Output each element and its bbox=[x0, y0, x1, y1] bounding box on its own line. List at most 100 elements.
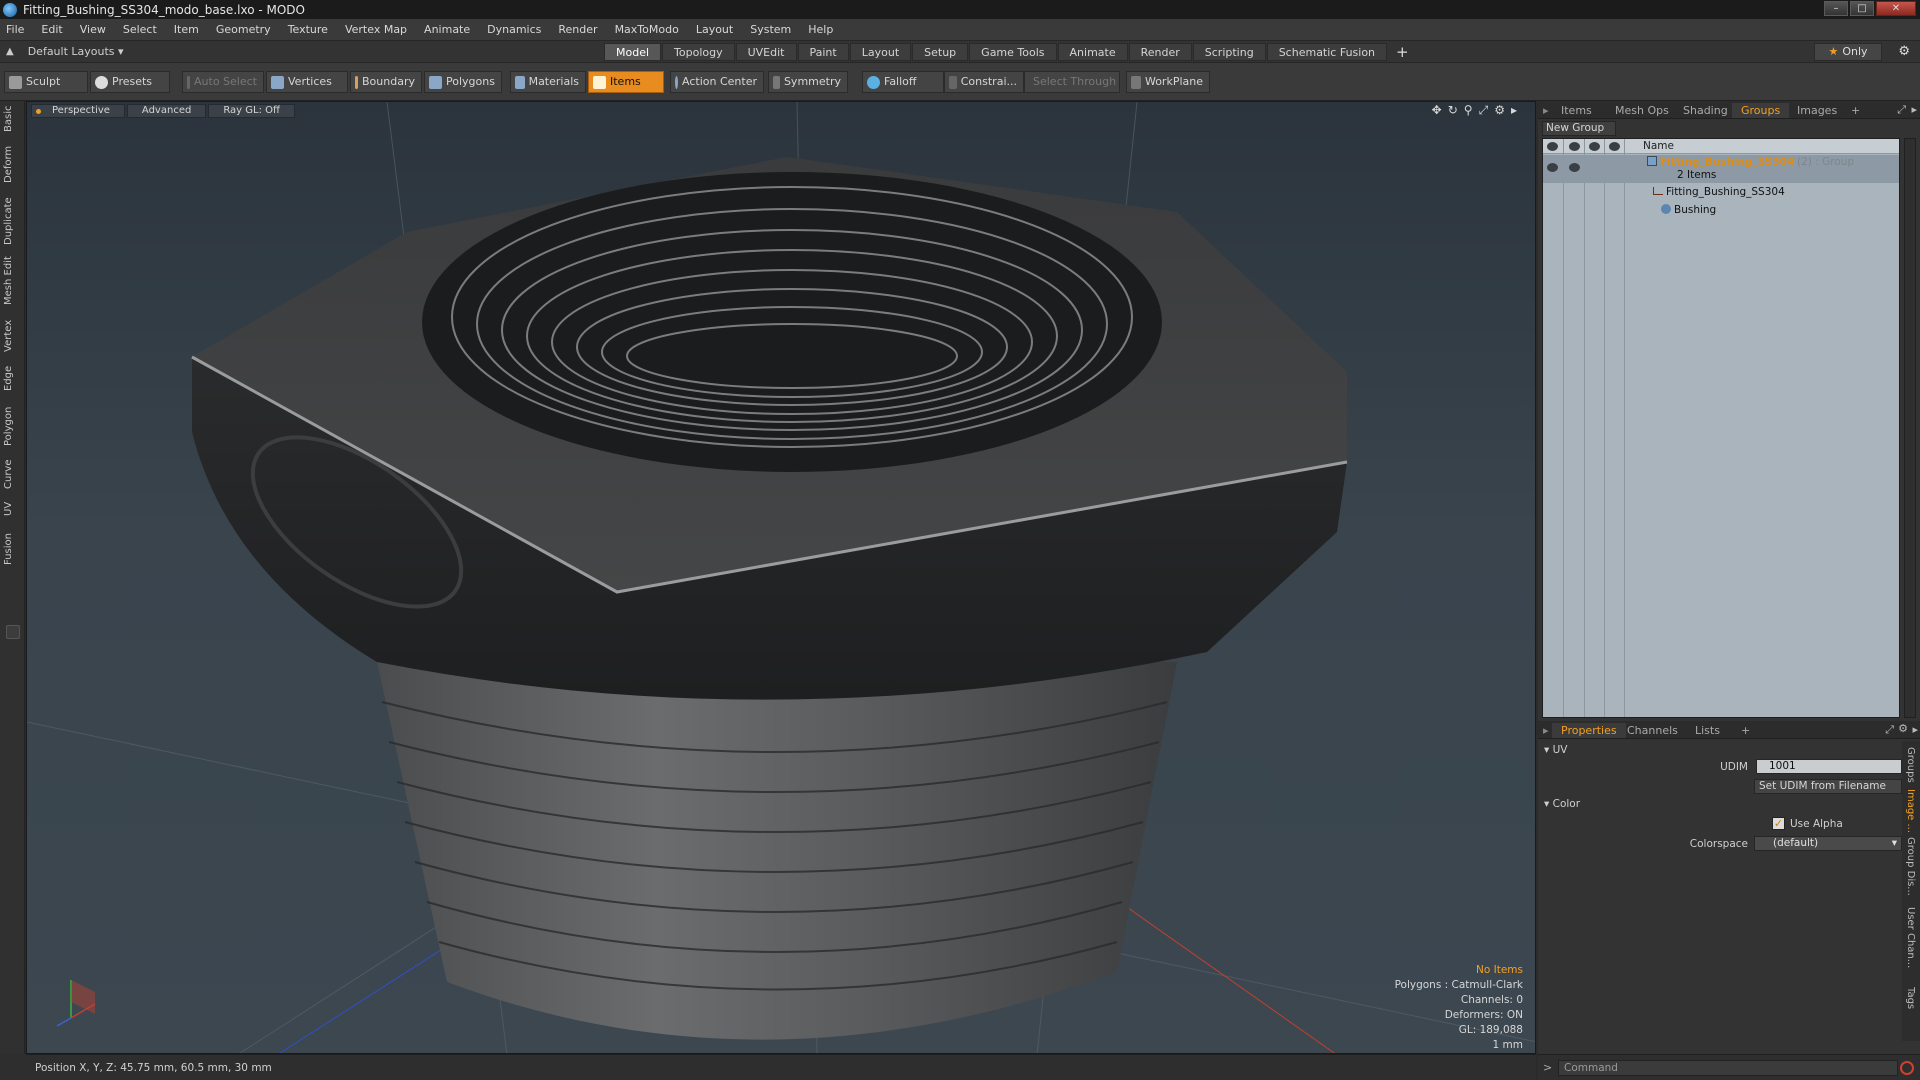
menu-edit[interactable]: Edit bbox=[41, 23, 62, 36]
side-tab-group-display[interactable]: Group Dis... bbox=[1905, 837, 1916, 896]
panel-arrow-icon[interactable]: ▸ bbox=[1911, 103, 1917, 116]
name-column-header[interactable]: Name bbox=[1643, 140, 1674, 152]
select-through-button[interactable]: Select Through bbox=[1024, 71, 1120, 93]
add-tab-button[interactable]: + bbox=[1842, 103, 1869, 118]
uv-section-header[interactable]: ▾ UV bbox=[1544, 744, 1567, 756]
raygl-dropdown[interactable]: Ray GL: Off bbox=[208, 104, 295, 118]
eye-icon[interactable] bbox=[1547, 163, 1558, 172]
viewport-expand-icon[interactable]: ▸ bbox=[1511, 103, 1517, 118]
udim-field[interactable]: 1001 bbox=[1756, 759, 1902, 774]
presets-button[interactable]: Presets bbox=[90, 71, 170, 93]
view-mode-dropdown[interactable]: Perspective bbox=[31, 104, 125, 118]
left-tab-mesh-edit[interactable]: Mesh Edit bbox=[3, 255, 21, 307]
set-udim-from-filename-button[interactable]: Set UDIM from Filename bbox=[1754, 779, 1902, 794]
group-row[interactable]: Fitting_Bushing_SS304 (2) : Group 2 Item… bbox=[1543, 155, 1899, 183]
rotate-icon[interactable]: ↻ bbox=[1448, 103, 1458, 118]
menu-maxtomodo[interactable]: MaxToModo bbox=[615, 23, 679, 36]
panel-gear-icon[interactable]: ⚙ bbox=[1898, 722, 1908, 735]
tab-lists[interactable]: Lists bbox=[1686, 723, 1729, 738]
falloff-button[interactable]: Falloff bbox=[862, 71, 944, 93]
left-panel-toggle[interactable] bbox=[6, 625, 20, 639]
tab-setup[interactable]: Setup bbox=[912, 43, 969, 61]
tab-scripting[interactable]: Scripting bbox=[1192, 43, 1266, 61]
polygons-button[interactable]: Polygons bbox=[424, 71, 502, 93]
tab-schematic-fusion[interactable]: Schematic Fusion bbox=[1266, 43, 1388, 61]
vertices-button[interactable]: Vertices bbox=[266, 71, 348, 93]
zoom-icon[interactable]: ⚲ bbox=[1464, 103, 1473, 118]
menu-geometry[interactable]: Geometry bbox=[216, 23, 271, 36]
left-tab-duplicate[interactable]: Duplicate bbox=[3, 197, 21, 245]
left-tab-polygon[interactable]: Polygon bbox=[3, 403, 21, 449]
groups-scrollbar[interactable] bbox=[1904, 138, 1916, 718]
tab-channels[interactable]: Channels bbox=[1618, 723, 1687, 738]
left-tab-edge[interactable]: Edge bbox=[3, 363, 21, 393]
tab-items[interactable]: Items bbox=[1552, 103, 1601, 118]
tab-images[interactable]: Images bbox=[1788, 103, 1846, 118]
action-center-button[interactable]: Action Center bbox=[670, 71, 764, 93]
panel-menu-icon[interactable]: ▸ bbox=[1543, 724, 1549, 737]
3d-viewport[interactable]: Perspective Advanced Ray GL: Off ✥ ↻ ⚲ ⤢… bbox=[26, 101, 1536, 1054]
tab-paint[interactable]: Paint bbox=[797, 43, 849, 61]
layout-expand-icon[interactable]: ▲ bbox=[6, 46, 14, 57]
left-tab-fusion[interactable]: Fusion bbox=[3, 529, 21, 569]
new-group-button[interactable]: New Group bbox=[1542, 121, 1616, 136]
tab-model[interactable]: Model bbox=[604, 43, 662, 61]
add-tab-button[interactable]: + bbox=[1732, 723, 1759, 738]
render-icon[interactable] bbox=[1569, 163, 1580, 172]
color-section-header[interactable]: ▾ Color bbox=[1544, 798, 1580, 810]
tab-uvedit[interactable]: UVEdit bbox=[735, 43, 797, 61]
auto-select-button[interactable]: Auto Select bbox=[182, 71, 264, 93]
items-button[interactable]: Items bbox=[588, 71, 664, 93]
menu-view[interactable]: View bbox=[80, 23, 106, 36]
panel-arrow-icon[interactable]: ▸ bbox=[1912, 723, 1918, 736]
fit-icon[interactable]: ⤢ bbox=[1479, 103, 1489, 118]
left-tab-vertex[interactable]: Vertex bbox=[3, 317, 21, 355]
side-tab-user-channels[interactable]: User Chan... bbox=[1905, 907, 1916, 968]
minimize-button[interactable]: – bbox=[1824, 1, 1848, 16]
menu-layout[interactable]: Layout bbox=[696, 23, 733, 36]
viewport-settings-icon[interactable]: ⚙ bbox=[1494, 103, 1505, 118]
menu-help[interactable]: Help bbox=[808, 23, 833, 36]
pan-icon[interactable]: ✥ bbox=[1432, 103, 1442, 118]
menu-system[interactable]: System bbox=[750, 23, 791, 36]
boundary-button[interactable]: Boundary bbox=[350, 71, 422, 93]
tab-properties[interactable]: Properties bbox=[1552, 723, 1626, 738]
left-tab-curve[interactable]: Curve bbox=[3, 457, 21, 491]
list-item[interactable]: Fitting_Bushing_SS304 bbox=[1543, 185, 1899, 200]
left-tab-uv[interactable]: UV bbox=[3, 499, 21, 519]
sculpt-button[interactable]: Sculpt bbox=[4, 71, 88, 93]
side-tab-groups[interactable]: Groups bbox=[1905, 747, 1916, 783]
tab-topology[interactable]: Topology bbox=[662, 43, 735, 61]
shading-dropdown[interactable]: Advanced bbox=[126, 104, 207, 118]
panel-maximize-icon[interactable]: ⤢ bbox=[1885, 723, 1894, 737]
record-macro-icon[interactable] bbox=[1900, 1061, 1914, 1075]
workplane-button[interactable]: WorkPlane bbox=[1126, 71, 1210, 93]
constraints-button[interactable]: Constrai... bbox=[944, 71, 1024, 93]
list-item[interactable]: Bushing bbox=[1543, 203, 1899, 218]
panel-maximize-icon[interactable]: ⤢ bbox=[1897, 103, 1906, 117]
only-toggle[interactable]: ★ Only bbox=[1814, 43, 1882, 61]
menu-select[interactable]: Select bbox=[123, 23, 157, 36]
menu-render[interactable]: Render bbox=[558, 23, 597, 36]
tab-game-tools[interactable]: Game Tools bbox=[969, 43, 1057, 61]
close-button[interactable]: ✕ bbox=[1876, 1, 1916, 16]
add-layout-tab-button[interactable]: + bbox=[1388, 43, 1417, 61]
menu-texture[interactable]: Texture bbox=[288, 23, 328, 36]
menu-dynamics[interactable]: Dynamics bbox=[487, 23, 541, 36]
default-layouts-dropdown[interactable]: Default Layouts ▾ bbox=[28, 45, 124, 58]
tab-layout[interactable]: Layout bbox=[849, 43, 912, 61]
gear-icon[interactable]: ⚙ bbox=[1898, 44, 1910, 59]
symmetry-button[interactable]: Symmetry bbox=[768, 71, 848, 93]
side-tab-tags[interactable]: Tags bbox=[1905, 987, 1916, 1009]
command-input[interactable]: Command bbox=[1558, 1060, 1898, 1076]
panel-menu-icon[interactable]: ▸ bbox=[1543, 104, 1549, 117]
menu-item[interactable]: Item bbox=[174, 23, 199, 36]
tab-render[interactable]: Render bbox=[1128, 43, 1192, 61]
menu-vertex-map[interactable]: Vertex Map bbox=[345, 23, 407, 36]
menu-file[interactable]: File bbox=[6, 23, 24, 36]
menu-animate[interactable]: Animate bbox=[424, 23, 470, 36]
left-tab-deform[interactable]: Deform bbox=[3, 143, 21, 185]
materials-button[interactable]: Materials bbox=[510, 71, 586, 93]
groups-list[interactable]: Name Fitting_Bushing_SS304 (2) : Group 2… bbox=[1542, 138, 1900, 718]
tab-mesh-ops[interactable]: Mesh Ops bbox=[1606, 103, 1678, 118]
